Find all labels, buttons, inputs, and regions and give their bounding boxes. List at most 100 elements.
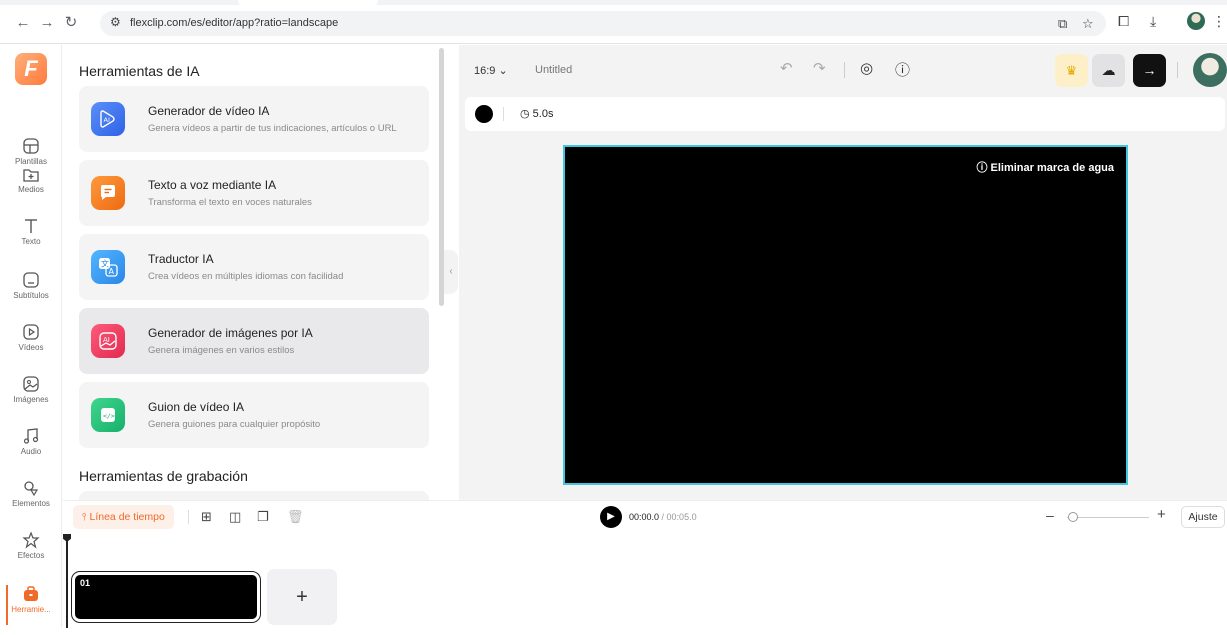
collapse-panel-handle[interactable]: ‹: [444, 250, 458, 294]
zoom-out-icon[interactable]: –: [1046, 507, 1054, 523]
bookmark-star-icon[interactable]: ☆: [1082, 16, 1094, 32]
zoom-in-icon[interactable]: +: [1157, 506, 1166, 523]
speech-bubble-icon: [91, 176, 125, 210]
user-avatar[interactable]: [1193, 53, 1227, 87]
timeline-toggle[interactable]: ⫯ Línea de tiempo: [73, 505, 174, 529]
forward-icon[interactable]: →: [38, 14, 56, 32]
playhead[interactable]: [66, 534, 68, 628]
rail-item-imagenes[interactable]: Imágenes: [0, 375, 62, 425]
split-icon[interactable]: ◫: [229, 509, 241, 525]
tool-description: Genera imágenes en varios estilos: [148, 345, 295, 356]
effects-icon: [22, 531, 40, 549]
section-title-recording: Herramientas de grabación: [79, 468, 248, 484]
total-time: / 00:05.0: [661, 512, 697, 522]
rail-item-elementos[interactable]: Elementos: [0, 479, 62, 529]
scene-duration[interactable]: ◷ 5.0s: [520, 107, 553, 120]
image-icon: [23, 376, 39, 392]
zoom-slider[interactable]: [1067, 517, 1149, 518]
zoom-slider-handle[interactable]: [1068, 512, 1078, 522]
back-icon[interactable]: ←: [14, 14, 32, 32]
toolbar-divider: [844, 62, 845, 78]
help-icon[interactable]: ⓘ: [895, 59, 910, 80]
play-button[interactable]: ▶: [600, 506, 622, 528]
cloud-save-icon[interactable]: ☁: [1092, 54, 1125, 87]
ai-video-icon: AI: [91, 102, 125, 136]
tool-card-partial[interactable]: [79, 491, 429, 500]
rail-label: Efectos: [17, 551, 45, 560]
rail-item-subtitulos[interactable]: Subtítulos: [0, 271, 62, 321]
templates-icon: [23, 138, 39, 154]
profile-avatar[interactable]: [1187, 12, 1205, 30]
rail-item-efectos[interactable]: Efectos: [0, 531, 62, 581]
menu-kebab-icon[interactable]: ⋮: [1212, 13, 1226, 30]
url-text: flexclip.com/es/editor/app?ratio=landsca…: [130, 17, 339, 29]
rail-label: Imágenes: [13, 395, 49, 404]
undo-icon[interactable]: ↶: [780, 59, 793, 77]
rail-label: Elementos: [12, 499, 50, 508]
flexclip-logo[interactable]: F: [15, 53, 47, 85]
editor-topbar: 16:9 ⌄ Untitled ↶ ↷ ◎ ⓘ ♛ ☁ →: [459, 45, 1227, 95]
add-scene-icon[interactable]: ⊞: [201, 509, 212, 525]
background-color-swatch[interactable]: [475, 105, 493, 123]
chevron-down-icon: ⌄: [498, 65, 508, 77]
subtitles-icon: [23, 272, 39, 288]
tools-panel: Herramientas de IA AI Generador de vídeo…: [63, 45, 443, 500]
tool-description: Transforma el texto en voces naturales: [148, 197, 312, 208]
timeline-divider: [188, 510, 189, 524]
duplicate-icon[interactable]: ❐: [257, 509, 269, 525]
aspect-ratio-select[interactable]: 16:9 ⌄: [474, 64, 508, 77]
rail-item-medios[interactable]: Medios: [0, 165, 62, 215]
script-icon: </>: [91, 398, 125, 432]
extensions-icon[interactable]: ⧠: [1118, 13, 1129, 30]
remove-watermark-label: Eliminar marca de agua: [990, 162, 1115, 174]
timeline: ⫯ Línea de tiempo ⊞ ◫ ❐ 🗑 ▶ 00:00.0 / 00…: [63, 500, 1227, 628]
redo-icon[interactable]: ↷: [813, 59, 826, 77]
ai-image-icon: AI: [91, 324, 125, 358]
svg-text:</>: </>: [103, 412, 115, 420]
address-bar[interactable]: ⚙ flexclip.com/es/editor/app?ratio=lands…: [100, 11, 1106, 36]
tool-title: Texto a voz mediante IA: [148, 178, 277, 192]
svg-text:AI: AI: [104, 116, 110, 124]
tool-description: Genera guiones para cualquier propósito: [148, 419, 321, 430]
project-title[interactable]: Untitled: [535, 64, 572, 76]
music-icon: [23, 428, 39, 444]
trash-icon[interactable]: 🗑: [287, 509, 304, 525]
add-scene-button[interactable]: +: [267, 569, 337, 625]
rail-item-texto[interactable]: Texto: [0, 217, 62, 267]
browser-toolbar: ← → ↻ ⚙ flexclip.com/es/editor/app?ratio…: [0, 0, 1227, 44]
crown-icon[interactable]: ♛: [1055, 54, 1088, 87]
svg-text:A: A: [109, 267, 115, 276]
rail-item-audio[interactable]: Audio: [0, 427, 62, 477]
reload-icon[interactable]: ↻: [62, 14, 80, 32]
rail-item-videos[interactable]: Vídeos: [0, 323, 62, 373]
editor-area: 16:9 ⌄ Untitled ↶ ↷ ◎ ⓘ ♛ ☁ → ◷ 5.0s ⓘ E…: [459, 45, 1227, 500]
toolbar-divider: [1177, 62, 1178, 78]
site-settings-icon[interactable]: ⚙: [110, 15, 121, 29]
tool-title: Generador de imágenes por IA: [148, 326, 313, 340]
cast-icon[interactable]: ⧉: [1058, 16, 1067, 32]
tool-card-translator[interactable]: 文A Traductor IA Crea vídeos en múltiples…: [79, 234, 429, 300]
tool-title: Traductor IA: [148, 252, 214, 266]
tool-title: Generador de vídeo IA: [148, 104, 270, 118]
rail-item-herramientas[interactable]: Herramie...: [0, 585, 62, 635]
time-display: 00:00.0 / 00:05.0: [629, 512, 697, 522]
scene-clip[interactable]: 01: [71, 571, 261, 623]
rail-label: Subtítulos: [13, 291, 49, 300]
aspect-ratio-value: 16:9: [474, 65, 496, 77]
screen-record-icon[interactable]: ◎: [860, 59, 873, 77]
video-canvas[interactable]: ⓘ Eliminar marca de agua: [563, 145, 1128, 485]
rail-label: Audio: [20, 447, 42, 456]
tool-card-video-script[interactable]: </> Guion de vídeo IA Genera guiones par…: [79, 382, 429, 448]
tool-description: Genera vídeos a partir de tus indicacion…: [148, 123, 397, 134]
remove-watermark-button[interactable]: ⓘ Eliminar marca de agua: [976, 159, 1114, 175]
fit-button[interactable]: Ajuste: [1181, 506, 1225, 528]
info-icon: ⓘ: [976, 162, 988, 174]
tool-card-video-generator[interactable]: AI Generador de vídeo IA Genera vídeos a…: [79, 86, 429, 152]
tool-description: Crea vídeos en múltiples idiomas con fac…: [148, 271, 344, 282]
props-divider: [503, 107, 504, 121]
export-arrow-icon[interactable]: →: [1133, 54, 1166, 87]
scene-properties-bar: ◷ 5.0s: [465, 97, 1225, 131]
tool-card-image-generator[interactable]: AI Generador de imágenes por IA Genera i…: [79, 308, 429, 374]
download-icon[interactable]: ⤓: [1150, 13, 1156, 30]
tool-card-text-to-speech[interactable]: Texto a voz mediante IA Transforma el te…: [79, 160, 429, 226]
